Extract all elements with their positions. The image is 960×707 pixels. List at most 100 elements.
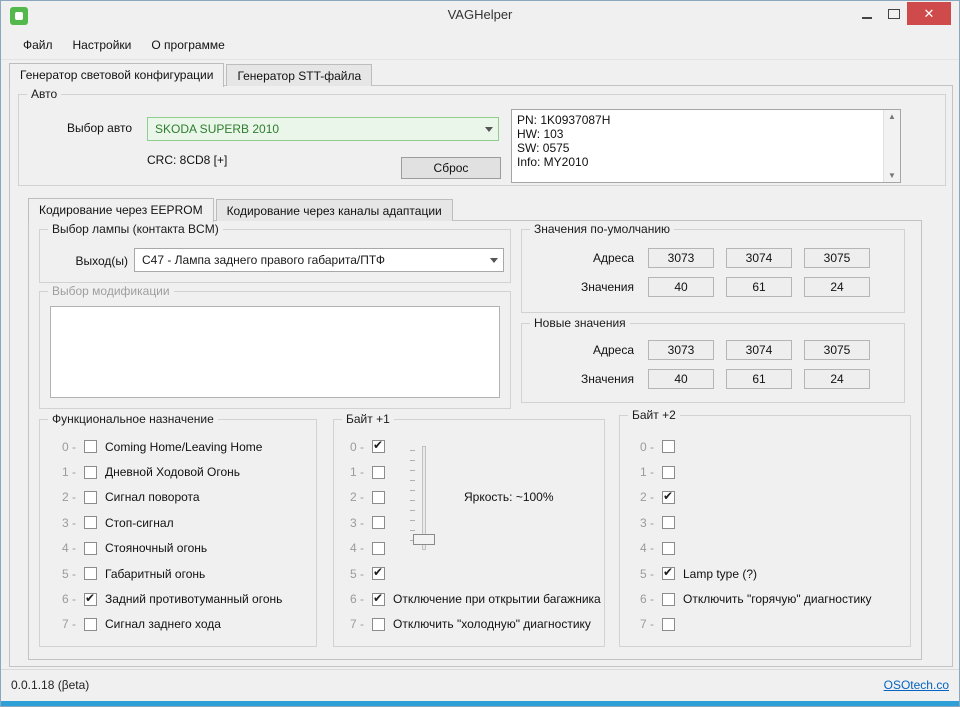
byte1-group: Байт +1 0 - 1 - 2 - [333, 419, 605, 647]
row-index: 3 - [632, 516, 654, 530]
website-link[interactable]: OSOtech.co [884, 678, 949, 692]
window-title: VAGHelper [1, 7, 959, 22]
row-index: 3 - [54, 516, 76, 530]
chevron-down-icon[interactable] [484, 249, 503, 271]
chevron-down-icon[interactable] [479, 118, 498, 140]
car-info-box[interactable]: PN: 1K0937087H HW: 103 SW: 0575 Info: MY… [511, 109, 901, 183]
checkbox[interactable] [662, 491, 675, 504]
default-address-field[interactable]: 3073 [648, 248, 714, 268]
checkbox[interactable] [662, 466, 675, 479]
checkbox-label: Lamp type (?) [683, 567, 757, 581]
checkbox[interactable] [372, 516, 385, 529]
minimize-button[interactable] [853, 2, 880, 25]
menu-settings[interactable]: Настройки [63, 34, 142, 56]
tab-adaptation[interactable]: Кодирование через каналы адаптации [216, 199, 453, 221]
modification-listbox[interactable] [50, 306, 500, 398]
checkbox[interactable] [84, 567, 97, 580]
func-row: 0 - Coming Home/Leaving Home [40, 434, 316, 459]
new-address-field[interactable]: 3073 [648, 340, 714, 360]
byte1-group-title: Байт +1 [342, 412, 394, 426]
checkbox-label: Стоп-сигнал [105, 516, 174, 530]
default-value-field[interactable]: 24 [804, 277, 870, 297]
checkbox[interactable] [84, 516, 97, 529]
output-select[interactable]: C47 - Лампа заднего правого габарита/ПТФ [134, 248, 504, 272]
defaults-value-row: Значения 40 61 24 [522, 277, 904, 297]
byte2-row: 5 - Lamp type (?) [620, 561, 910, 586]
checkbox[interactable] [662, 542, 675, 555]
func-row: 3 - Стоп-сигнал [40, 510, 316, 535]
byte2-row: 4 - [620, 536, 910, 561]
car-info-text: PN: 1K0937087H HW: 103 SW: 0575 Info: MY… [517, 113, 880, 180]
byte1-row: 7 - Отключить "холодную" диагностику [334, 612, 604, 637]
checkbox[interactable] [84, 440, 97, 453]
checkbox-label: Габаритный огонь [105, 567, 205, 581]
statusbar: 0.0.1.18 (βeta) OSOtech.co [1, 669, 959, 701]
car-select[interactable]: SKODA SUPERB 2010 [147, 117, 499, 141]
checkbox[interactable] [662, 440, 675, 453]
menu-file[interactable]: Файл [13, 34, 63, 56]
row-index: 6 - [632, 592, 654, 606]
checkbox-label: Дневной Ходовой Огонь [105, 465, 240, 479]
default-value-field[interactable]: 40 [648, 277, 714, 297]
checkbox[interactable] [84, 491, 97, 504]
checkbox[interactable] [84, 542, 97, 555]
checkbox[interactable] [662, 618, 675, 631]
auto-group-title: Авто [27, 87, 61, 101]
row-index: 0 - [54, 440, 76, 454]
row-index: 7 - [342, 617, 364, 631]
row-index: 6 - [54, 592, 76, 606]
checkbox[interactable] [372, 567, 385, 580]
scroll-up-icon[interactable]: ▲ [884, 112, 900, 121]
checkbox[interactable] [84, 466, 97, 479]
slider-thumb[interactable] [413, 534, 435, 545]
checkbox[interactable] [372, 491, 385, 504]
row-index: 5 - [54, 567, 76, 581]
new-value-field[interactable]: 24 [804, 369, 870, 389]
new-address-field[interactable]: 3075 [804, 340, 870, 360]
menu-about[interactable]: О программе [141, 34, 234, 56]
tab-eeprom[interactable]: Кодирование через EEPROM [28, 198, 214, 222]
row-index: 2 - [632, 490, 654, 504]
checkbox[interactable] [372, 542, 385, 555]
modification-group-title: Выбор модификации [48, 284, 174, 298]
checkbox[interactable] [372, 466, 385, 479]
close-button[interactable]: ✕ [907, 2, 951, 25]
reset-button[interactable]: Сброс [401, 157, 501, 179]
row-index: 3 - [342, 516, 364, 530]
row-index: 7 - [54, 617, 76, 631]
scroll-down-icon[interactable]: ▼ [884, 171, 900, 180]
byte2-row: 1 - [620, 459, 910, 484]
checkbox[interactable] [372, 440, 385, 453]
default-address-field[interactable]: 3074 [726, 248, 792, 268]
default-value-field[interactable]: 61 [726, 277, 792, 297]
values-label: Значения [522, 280, 634, 294]
checkbox[interactable] [372, 593, 385, 606]
brightness-label: Яркость: ~100% [464, 490, 554, 504]
checkbox[interactable] [662, 593, 675, 606]
new-address-field[interactable]: 3074 [726, 340, 792, 360]
new-value-field[interactable]: 40 [648, 369, 714, 389]
func-row: 4 - Стояночный огонь [40, 536, 316, 561]
checkbox[interactable] [84, 593, 97, 606]
default-address-field[interactable]: 3075 [804, 248, 870, 268]
info-scrollbar[interactable]: ▲ ▼ [883, 110, 900, 182]
crc-text: CRC: 8CD8 [+] [147, 153, 227, 167]
tab-stt-file[interactable]: Генератор STT-файла [226, 64, 372, 86]
checkbox[interactable] [662, 567, 675, 580]
checkbox-label: Стояночный огонь [105, 541, 207, 555]
maximize-button[interactable] [880, 2, 907, 25]
lamp-group: Выбор лампы (контакта BCM) Выход(ы) C47 … [39, 229, 511, 283]
row-index: 7 - [632, 617, 654, 631]
checkbox-label: Сигнал заднего хода [105, 617, 221, 631]
row-index: 0 - [632, 440, 654, 454]
output-label: Выход(ы) [62, 254, 128, 268]
checkbox[interactable] [662, 516, 675, 529]
new-address-row: Адреса 3073 3074 3075 [522, 340, 904, 360]
tab-light-config[interactable]: Генератор световой конфигурации [9, 63, 224, 87]
new-value-field[interactable]: 61 [726, 369, 792, 389]
checkbox[interactable] [84, 618, 97, 631]
row-index: 1 - [342, 465, 364, 479]
checkbox[interactable] [372, 618, 385, 631]
brightness-slider[interactable] [410, 446, 440, 550]
row-index: 5 - [342, 567, 364, 581]
